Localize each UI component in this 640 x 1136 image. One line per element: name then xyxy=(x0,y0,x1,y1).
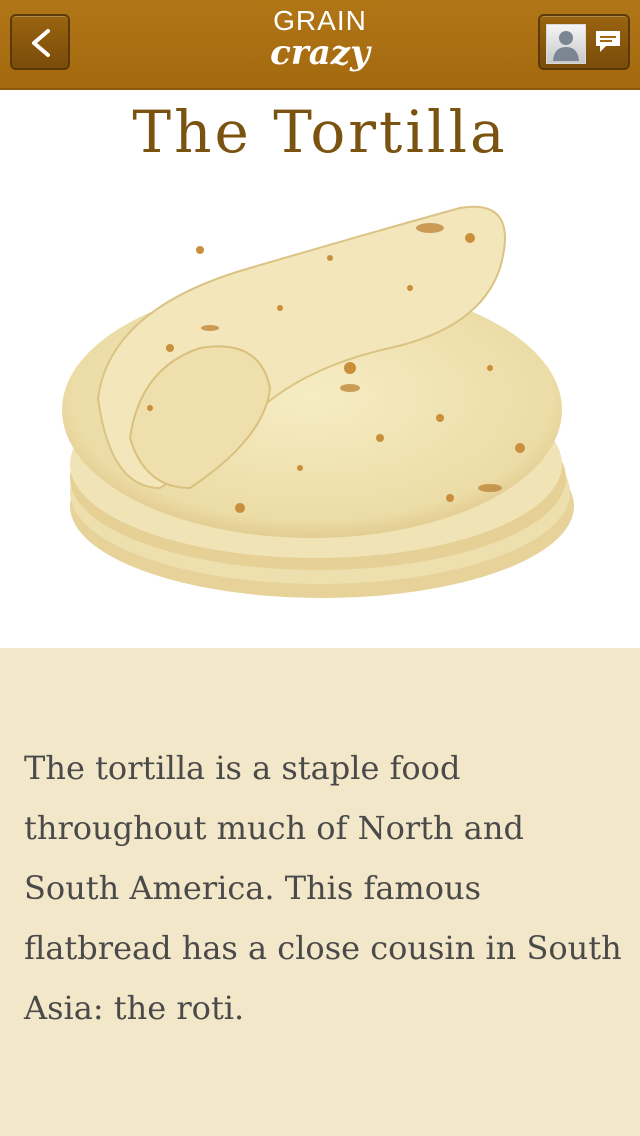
logo-top-text: GRAIN xyxy=(273,5,367,36)
page-title: The Tortilla xyxy=(132,98,508,166)
article-body: The tortilla is a staple food throughout… xyxy=(24,749,622,1027)
back-button[interactable] xyxy=(10,14,70,70)
tortilla-photo xyxy=(62,205,574,598)
speech-bubble-icon xyxy=(596,31,620,52)
top-navbar: GRAIN crazy xyxy=(0,0,640,90)
app-logo: GRAIN crazy xyxy=(240,5,400,73)
profile-messages-button[interactable] xyxy=(538,14,630,70)
user-avatar-icon xyxy=(546,24,586,64)
chevron-left-icon xyxy=(32,29,50,57)
logo-bottom-text: crazy xyxy=(270,33,370,73)
